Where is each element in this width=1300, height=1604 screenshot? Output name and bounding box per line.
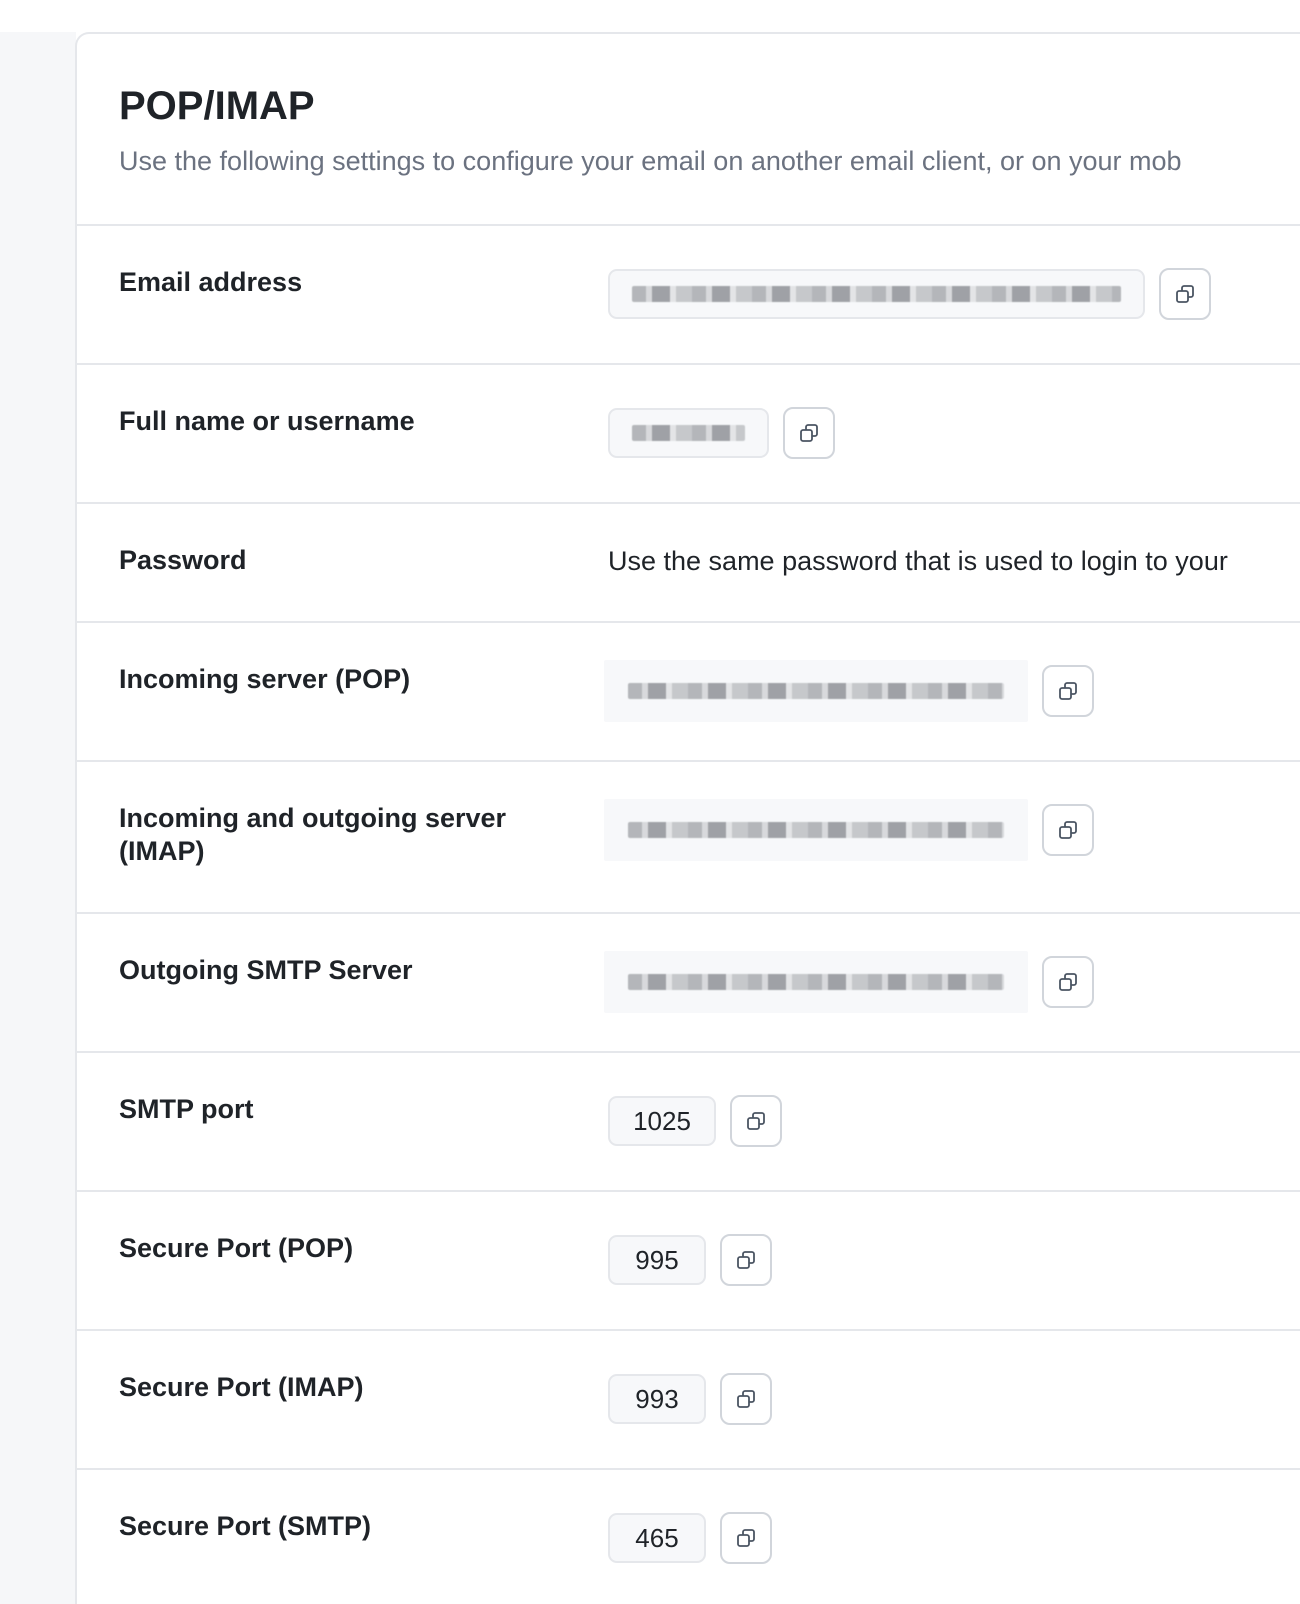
password-label: Password: [119, 545, 247, 575]
full-name-label: Full name or username: [119, 406, 415, 436]
secure-pop-label: Secure Port (POP): [119, 1233, 354, 1263]
copy-icon: [799, 423, 819, 443]
secure-smtp-field[interactable]: 465: [608, 1513, 706, 1563]
imap-value: [604, 799, 1094, 861]
copy-smtp-port-button[interactable]: [730, 1095, 782, 1147]
row-smtp-server: Outgoing SMTP Server: [77, 914, 1300, 1053]
imap-field[interactable]: [604, 799, 1028, 861]
incoming-pop-value: [604, 660, 1094, 722]
redacted-text: [632, 425, 745, 441]
copy-icon: [736, 1528, 756, 1548]
row-incoming-pop: Incoming server (POP): [77, 623, 1300, 762]
row-smtp-port: SMTP port 1025: [77, 1053, 1300, 1192]
redacted-text: [632, 286, 1121, 302]
secure-imap-field[interactable]: 993: [608, 1374, 706, 1424]
email-address-label: Email address: [119, 267, 303, 297]
row-secure-imap: Secure Port (IMAP) 993: [77, 1331, 1300, 1470]
copy-secure-imap-button[interactable]: [720, 1373, 772, 1425]
redacted-text: [628, 683, 1004, 699]
copy-pop-server-button[interactable]: [1042, 665, 1094, 717]
smtp-server-label: Outgoing SMTP Server: [119, 955, 413, 985]
incoming-pop-field[interactable]: [604, 660, 1028, 722]
imap-label: Incoming and outgoing server (IMAP): [119, 803, 507, 866]
full-name-value: [608, 407, 835, 459]
incoming-pop-label: Incoming server (POP): [119, 664, 411, 694]
pop-imap-card: POP/IMAP Use the following settings to c…: [75, 32, 1300, 1604]
row-full-name: Full name or username: [77, 365, 1300, 504]
row-secure-pop: Secure Port (POP) 995: [77, 1192, 1300, 1331]
page-subtitle: Use the following settings to configure …: [119, 146, 1182, 176]
copy-imap-server-button[interactable]: [1042, 804, 1094, 856]
left-gutter: [0, 32, 76, 1604]
copy-icon: [1058, 820, 1078, 840]
row-email-address: Email address: [77, 226, 1300, 365]
secure-pop-value: 995: [608, 1234, 772, 1286]
smtp-server-value: [604, 951, 1094, 1013]
copy-icon: [1058, 972, 1078, 992]
copy-secure-smtp-button[interactable]: [720, 1512, 772, 1564]
secure-smtp-value: 465: [608, 1512, 772, 1564]
card-header: POP/IMAP Use the following settings to c…: [77, 34, 1300, 226]
smtp-server-field[interactable]: [604, 951, 1028, 1013]
secure-smtp-label: Secure Port (SMTP): [119, 1511, 372, 1541]
page: POP/IMAP Use the following settings to c…: [0, 0, 1300, 1604]
smtp-port-label: SMTP port: [119, 1094, 254, 1124]
password-note: Use the same password that is used to lo…: [608, 546, 1228, 576]
copy-email-button[interactable]: [1159, 268, 1211, 320]
redacted-text: [628, 974, 1004, 990]
row-imap: Incoming and outgoing server (IMAP): [77, 762, 1300, 914]
copy-icon: [1175, 284, 1195, 304]
copy-icon: [746, 1111, 766, 1131]
email-address-field[interactable]: [608, 269, 1145, 319]
copy-full-name-button[interactable]: [783, 407, 835, 459]
row-password: Password Use the same password that is u…: [77, 504, 1300, 623]
row-secure-smtp: Secure Port (SMTP) 465: [77, 1470, 1300, 1604]
full-name-field[interactable]: [608, 408, 769, 458]
copy-icon: [736, 1250, 756, 1270]
copy-smtp-server-button[interactable]: [1042, 956, 1094, 1008]
secure-pop-field[interactable]: 995: [608, 1235, 706, 1285]
smtp-port-value: 1025: [608, 1095, 782, 1147]
secure-imap-value: 993: [608, 1373, 772, 1425]
secure-imap-label: Secure Port (IMAP): [119, 1372, 364, 1402]
smtp-port-field[interactable]: 1025: [608, 1096, 716, 1146]
copy-secure-pop-button[interactable]: [720, 1234, 772, 1286]
copy-icon: [1058, 681, 1078, 701]
page-title: POP/IMAP: [119, 84, 315, 128]
email-address-value: [608, 268, 1211, 320]
copy-icon: [736, 1389, 756, 1409]
redacted-text: [628, 822, 1004, 838]
